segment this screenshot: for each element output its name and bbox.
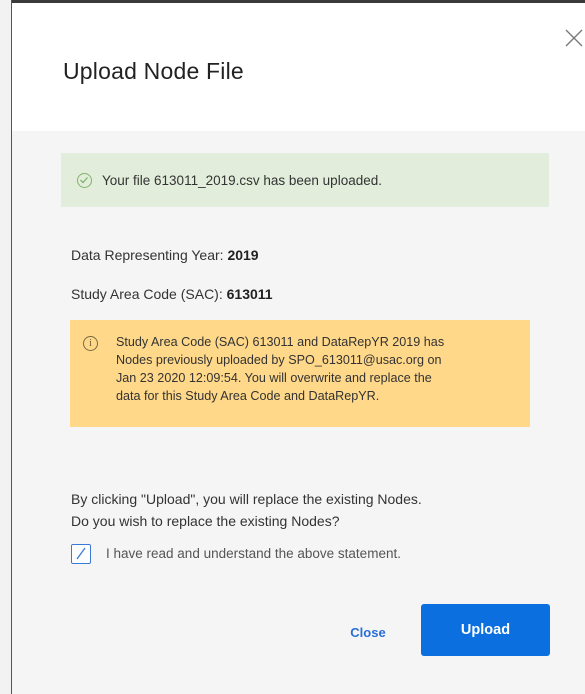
year-label: Data Representing Year:	[71, 247, 224, 263]
close-button[interactable]: Close	[344, 620, 392, 646]
warning-line: Nodes previously uploaded by SPO_613011@…	[116, 353, 442, 367]
year-line: Data Representing Year: 2019	[71, 247, 259, 263]
warning-line: Study Area Code (SAC) 613011 and DataRep…	[116, 335, 445, 349]
sac-label: Study Area Code (SAC):	[71, 286, 223, 302]
upload-node-file-dialog: Upload Node File Your file 613011_2019.c…	[12, 3, 585, 694]
warning-alert: i Study Area Code (SAC) 613011 and DataR…	[70, 320, 530, 427]
success-message: Your file 613011_2019.csv has been uploa…	[102, 172, 382, 188]
close-icon[interactable]	[563, 27, 585, 49]
confirm-statement: By clicking "Upload", you will replace t…	[71, 488, 422, 532]
warning-message: Study Area Code (SAC) 613011 and DataRep…	[116, 333, 516, 405]
dialog-title: Upload Node File	[63, 58, 244, 84]
checkmark-icon	[76, 547, 86, 560]
dialog-body: Your file 613011_2019.csv has been uploa…	[12, 131, 585, 694]
background-page-strip	[0, 0, 12, 694]
warning-line: data for this Study Area Code and DataRe…	[116, 389, 380, 403]
sac-value: 613011	[226, 286, 273, 302]
acknowledge-label[interactable]: I have read and understand the above sta…	[106, 546, 401, 561]
confirm-line: Do you wish to replace the existing Node…	[71, 513, 340, 529]
check-circle-icon	[77, 172, 92, 188]
success-alert: Your file 613011_2019.csv has been uploa…	[61, 153, 549, 207]
confirm-line: By clicking "Upload", you will replace t…	[71, 491, 422, 507]
sac-line: Study Area Code (SAC): 613011	[71, 286, 273, 302]
dialog-header: Upload Node File	[12, 3, 585, 131]
acknowledge-checkbox[interactable]	[71, 544, 91, 564]
year-value: 2019	[227, 247, 259, 263]
info-icon: i	[83, 336, 98, 351]
warning-line: Jan 23 2020 12:09:54. You will overwrite…	[116, 371, 432, 385]
upload-button[interactable]: Upload	[421, 604, 550, 656]
